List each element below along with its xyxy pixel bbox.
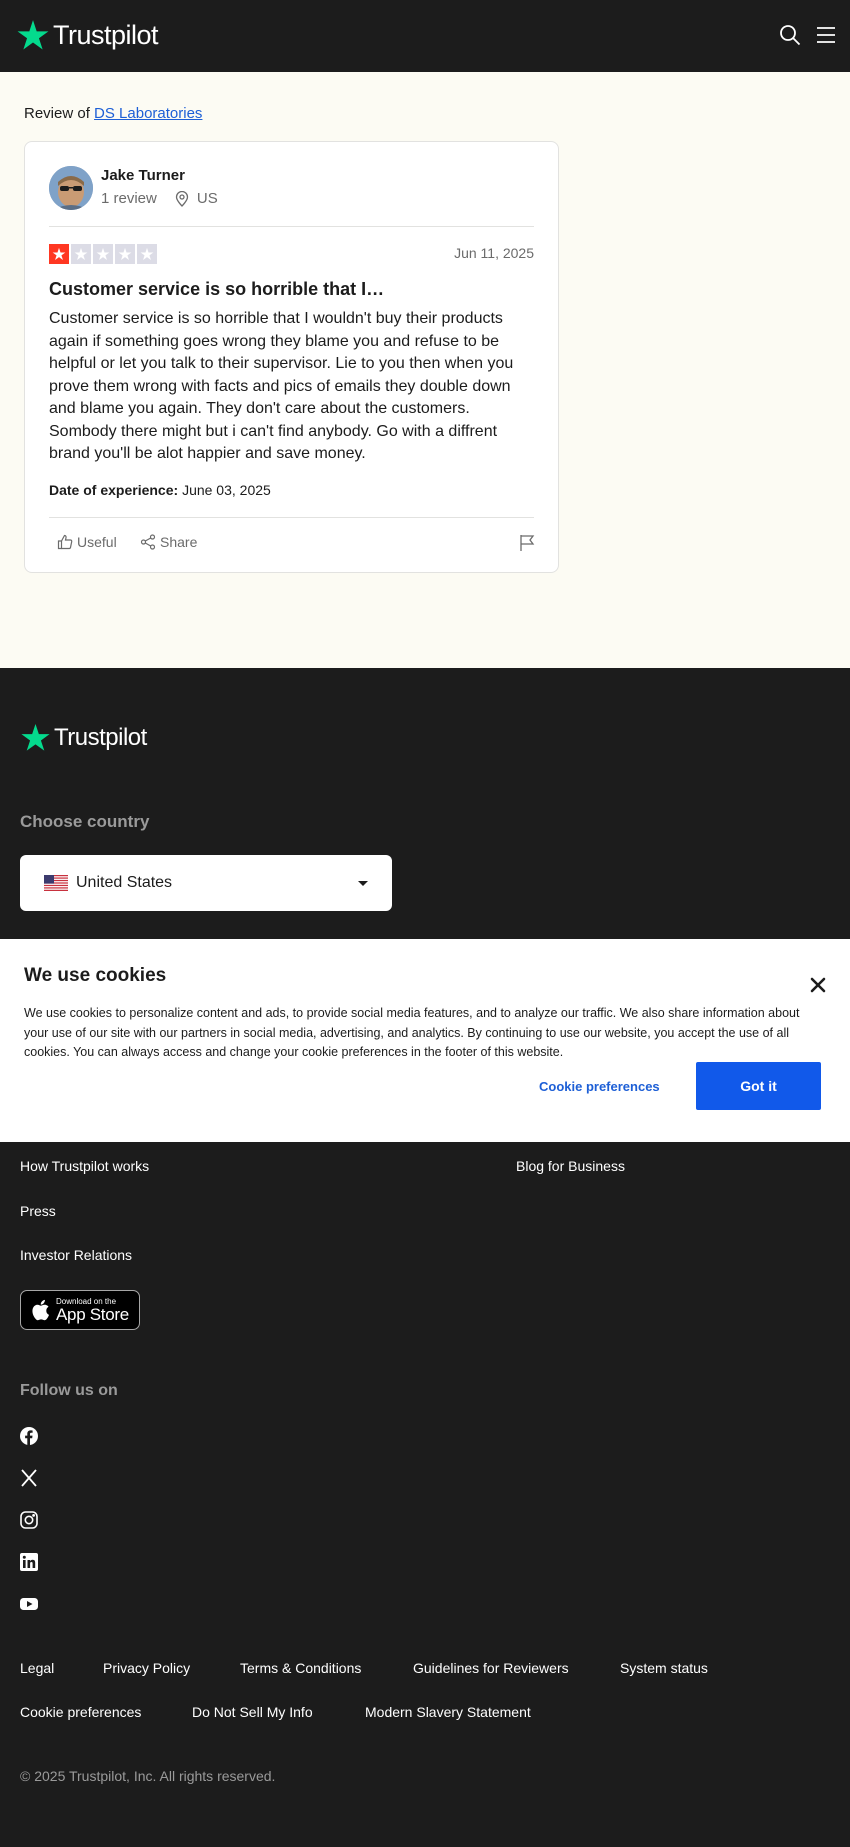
review-of-line: Review of DS Laboratories [24, 105, 202, 122]
useful-button[interactable]: Useful [57, 534, 117, 550]
trustpilot-logo[interactable]: Trustpilot [16, 18, 159, 52]
x-icon[interactable] [20, 1469, 38, 1487]
linkedin-icon[interactable] [20, 1553, 38, 1571]
search-icon[interactable] [779, 24, 801, 46]
review-date: Jun 11, 2025 [454, 245, 534, 261]
share-icon [140, 534, 156, 550]
footer-trustpilot-logo[interactable]: Trustpilot [20, 722, 147, 753]
star-empty-icon [93, 244, 113, 264]
flag-icon[interactable] [519, 534, 535, 552]
legal-link[interactable]: Legal [20, 1660, 54, 1676]
menu-icon[interactable] [815, 26, 837, 44]
cookie-preferences-link[interactable]: Cookie preferences [20, 1704, 141, 1720]
privacy-policy-link[interactable]: Privacy Policy [103, 1660, 190, 1676]
cookie-banner: We use cookies We use cookies to persona… [0, 939, 850, 1142]
footer-link-investor-relations[interactable]: Investor Relations [20, 1247, 132, 1263]
avatar-image [49, 166, 93, 210]
footer-logo-text: Trustpilot [54, 723, 147, 751]
instagram-icon[interactable] [20, 1511, 38, 1529]
choose-country-label: Choose country [20, 812, 150, 831]
youtube-icon[interactable] [20, 1595, 38, 1613]
reviewer-meta: 1 review US [101, 190, 218, 207]
main-content: Review of DS Laboratories Jake Turner 1 … [0, 72, 850, 668]
cookie-title: We use cookies [24, 965, 167, 986]
caret-down-icon [358, 881, 368, 886]
date-of-experience-label: Date of experience: [49, 482, 179, 498]
system-status-link[interactable]: System status [620, 1660, 708, 1676]
app-store-text: Download on the App Store [56, 1297, 129, 1324]
footer-link-blog-for-business[interactable]: Blog for Business [516, 1158, 625, 1174]
divider [49, 517, 534, 518]
useful-label: Useful [77, 534, 117, 550]
location-pin-icon [175, 190, 189, 207]
site-footer: Trustpilot Choose country United States … [0, 668, 850, 1847]
review-body: Customer service is so horrible that I w… [49, 310, 514, 462]
date-of-experience: Date of experience: June 03, 2025 [49, 482, 271, 498]
cookie-preferences-button[interactable]: Cookie preferences [539, 1079, 660, 1094]
footer-link-press[interactable]: Press [20, 1203, 56, 1219]
logo-text: Trustpilot [53, 19, 159, 50]
guidelines-link[interactable]: Guidelines for Reviewers [413, 1660, 569, 1676]
review-title[interactable]: Customer service is so horrible that I… [49, 279, 384, 300]
footer-link-how-trustpilot-works[interactable]: How Trustpilot works [20, 1158, 149, 1174]
got-it-button[interactable]: Got it [696, 1062, 821, 1110]
facebook-icon[interactable] [20, 1427, 38, 1445]
follow-us-label: Follow us on [20, 1382, 118, 1399]
reviewer-name[interactable]: Jake Turner [101, 167, 185, 184]
avatar[interactable] [49, 166, 93, 210]
copyright-text: © 2025 Trustpilot, Inc. All rights reser… [20, 1768, 276, 1784]
cookie-text: We use cookies to personalize content an… [24, 1006, 800, 1059]
star-empty-icon [115, 244, 135, 264]
review-count: 1 review [101, 190, 157, 207]
star-logo-icon [21, 723, 50, 751]
apple-icon [32, 1299, 49, 1321]
terms-link[interactable]: Terms & Conditions [240, 1660, 361, 1676]
app-store-badge[interactable]: Download on the App Store [20, 1290, 140, 1330]
divider [49, 226, 534, 227]
site-header: Trustpilot [0, 0, 850, 72]
us-flag-icon [44, 875, 68, 891]
share-button[interactable]: Share [140, 534, 197, 550]
country-select-value: United States [76, 874, 173, 891]
review-card: Jake Turner 1 review US Jun 11, 2025 Cus… [24, 141, 559, 573]
country-select[interactable]: United States [20, 855, 392, 911]
share-label: Share [160, 534, 198, 550]
star-empty-icon [137, 244, 157, 264]
company-link[interactable]: DS Laboratories [94, 105, 202, 122]
review-of-prefix: Review of [24, 105, 90, 122]
app-store-big-text: App Store [56, 1304, 129, 1324]
star-rating [49, 244, 157, 264]
modern-slavery-link[interactable]: Modern Slavery Statement [365, 1704, 531, 1720]
thumbs-up-icon [57, 534, 73, 550]
star-filled-icon [49, 244, 69, 264]
reviewer-country: US [196, 190, 218, 207]
close-icon[interactable] [810, 977, 826, 993]
date-of-experience-value: June 03, 2025 [182, 482, 271, 498]
star-empty-icon [71, 244, 91, 264]
star-logo-icon [17, 20, 49, 50]
do-not-sell-link[interactable]: Do Not Sell My Info [192, 1704, 313, 1720]
